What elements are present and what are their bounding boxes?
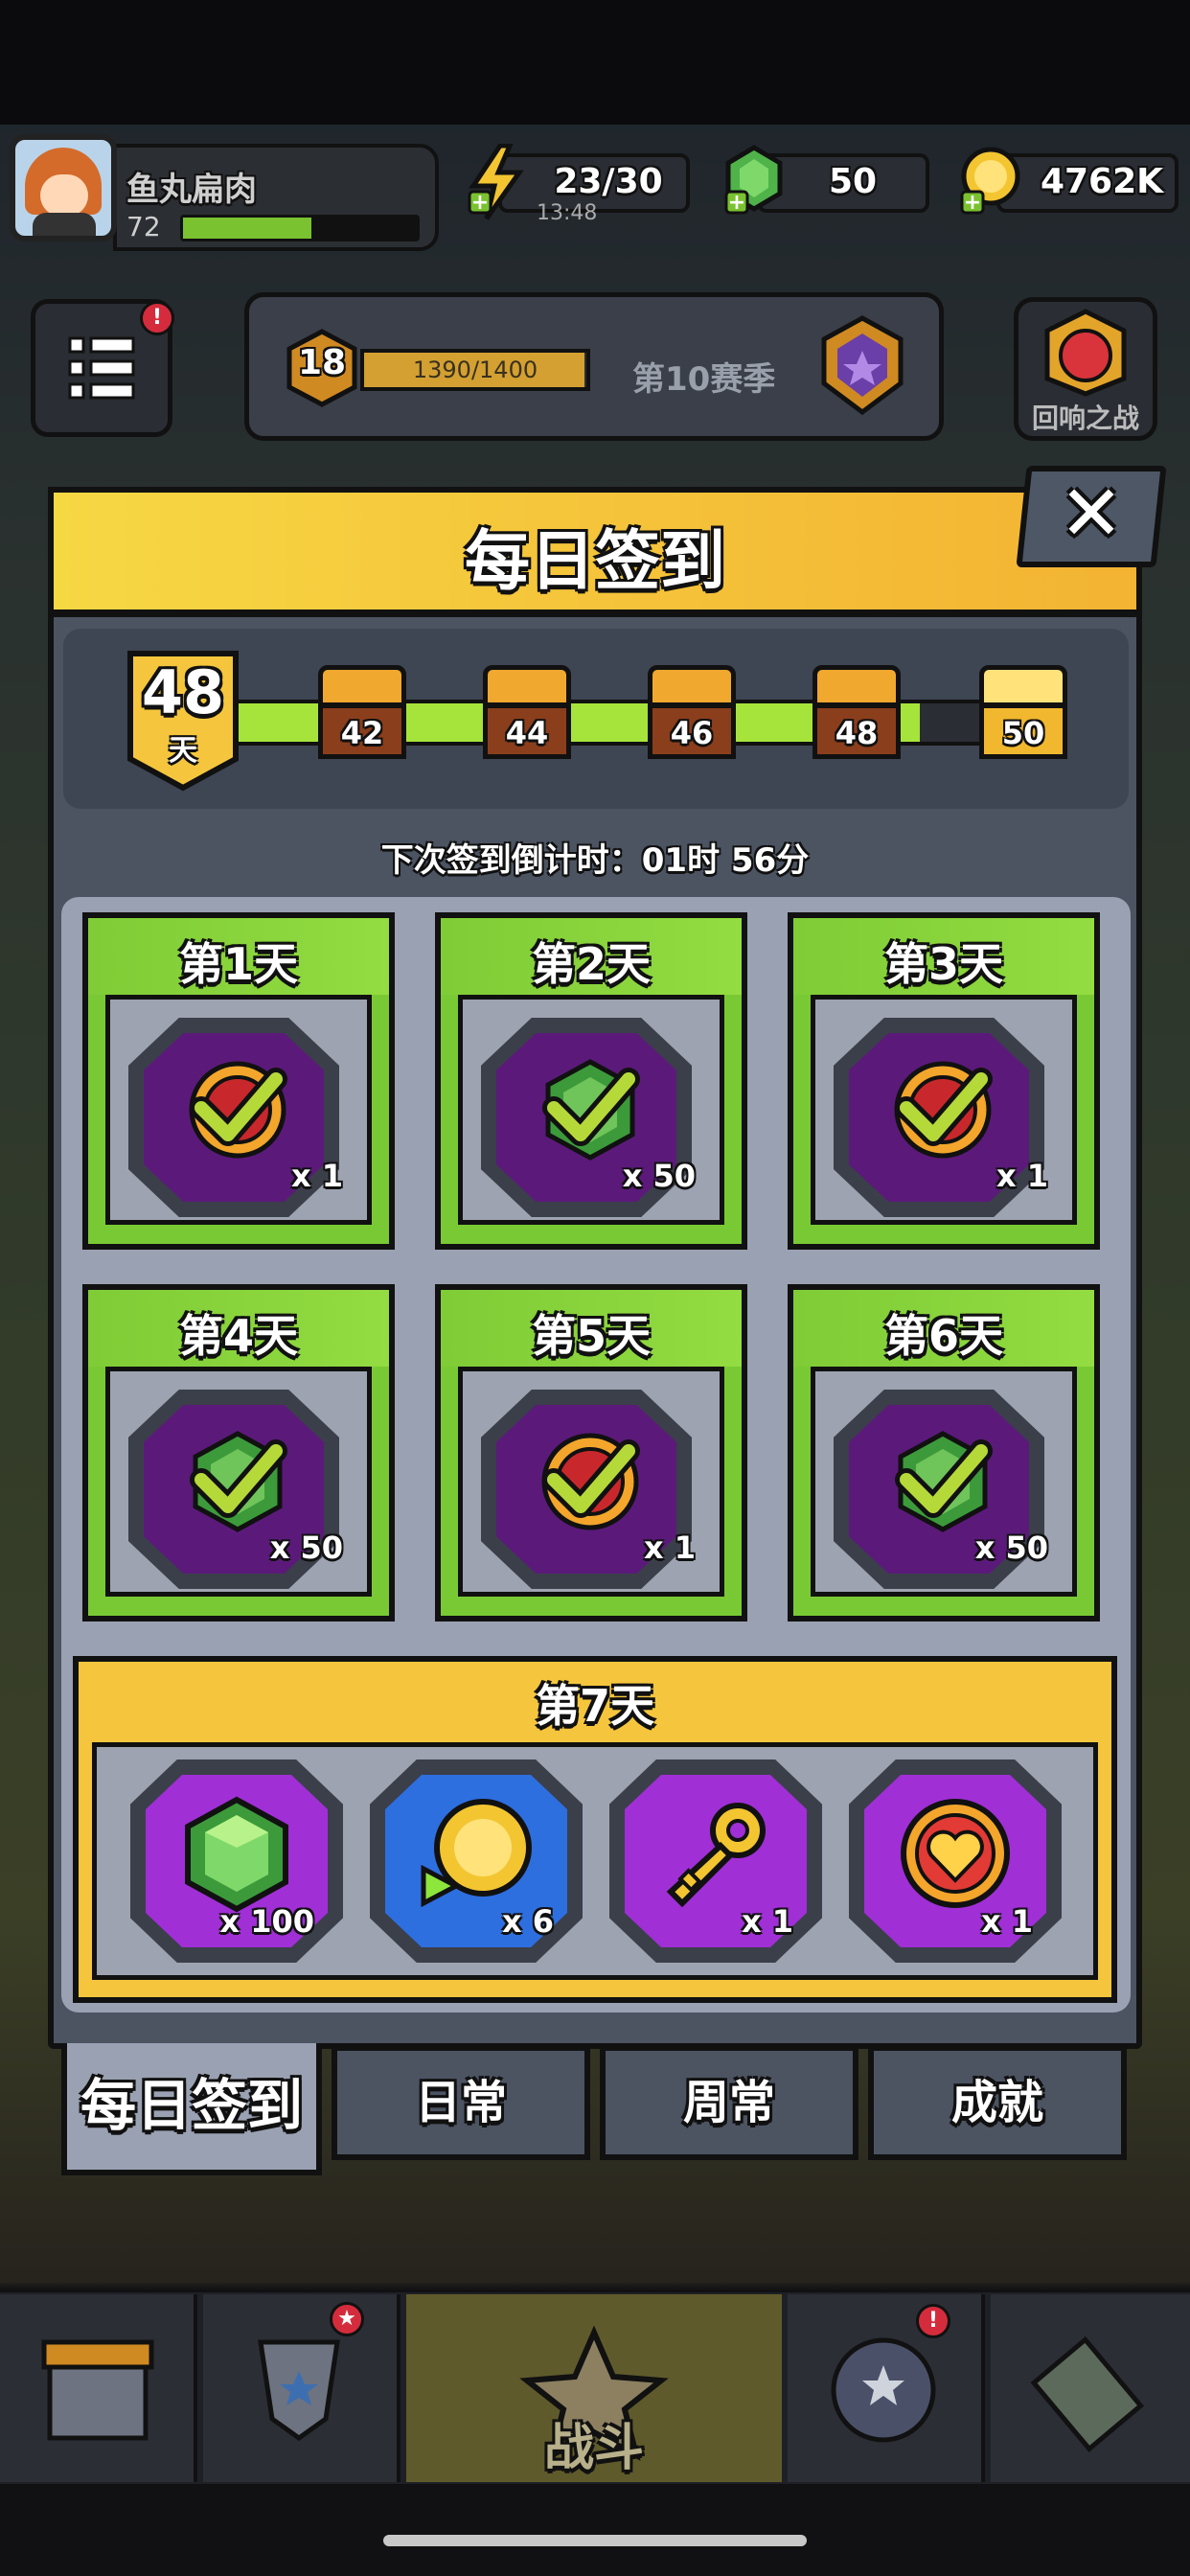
tab-weekly-tasks[interactable]: 周常 (600, 2045, 858, 2160)
streak-unit: 天 (169, 734, 197, 768)
coin-value: 4762K (1040, 162, 1164, 201)
nav-equipment[interactable] (203, 2294, 400, 2482)
day7-reward-fast-coin[interactable]: x 6 (370, 1760, 583, 1963)
reward-quantity: x 100 (219, 1903, 314, 1940)
player-name: 鱼丸扁肉 (126, 171, 257, 209)
day-card-5[interactable]: 第5天 x 1 (435, 1284, 747, 1622)
key-icon (666, 1803, 766, 1908)
streak-days: 48 (141, 657, 225, 727)
day-card-3[interactable]: 第3天 x 1 (788, 912, 1100, 1250)
claimed-check-icon (542, 1439, 640, 1518)
next-checkin-countdown: 下次签到倒计时：01时 56分 (380, 841, 810, 880)
close-icon[interactable]: ✕ (1021, 466, 1161, 567)
gem-icon (185, 1796, 288, 1913)
season-progress-text: 1390/1400 (412, 356, 538, 383)
modal-title: 每日签到 (464, 524, 725, 600)
reward-quantity: x 1 (290, 1158, 343, 1194)
tab-daily-tasks[interactable]: 日常 (332, 2045, 590, 2160)
milestone-chest-44[interactable]: 44 (479, 665, 575, 763)
xp-bar-fill (183, 218, 312, 239)
day7-reward-key[interactable]: x 1 (609, 1760, 822, 1963)
reward-quantity: x 1 (980, 1903, 1033, 1940)
day-card-title: 第6天 (883, 1310, 1003, 1362)
reward-quantity: x 1 (643, 1530, 696, 1566)
nav-talents[interactable] (991, 2294, 1190, 2482)
gem-icon: + (724, 145, 783, 215)
milestone-label: 48 (835, 715, 879, 751)
reward-quantity: x 50 (622, 1158, 696, 1194)
nav-shop[interactable] (0, 2294, 197, 2482)
milestone-label: 44 (505, 715, 549, 751)
coin-icon: + (960, 147, 1020, 215)
claimed-check-icon (190, 1068, 287, 1146)
day7-reward-gem[interactable]: x 100 (130, 1760, 343, 1963)
globe-icon (831, 2337, 936, 2443)
coin-counter[interactable]: 4762K (996, 153, 1179, 213)
season-label: 第10赛季 (632, 360, 776, 399)
fast-coin-icon (421, 1799, 532, 1908)
milestone-label: 50 (1001, 715, 1045, 751)
player-avatar[interactable] (10, 134, 117, 242)
claimed-check-icon (190, 1439, 287, 1518)
reward-quantity: x 6 (501, 1903, 554, 1940)
heroes-alert-badge: ! (916, 2304, 950, 2338)
reward-quantity: x 1 (741, 1903, 793, 1940)
echo-battle-label: 回响之战 (1031, 402, 1139, 434)
season-panel[interactable]: 18 1390/1400 第10赛季 (244, 292, 944, 441)
nav-heroes[interactable] (788, 2294, 985, 2482)
shop-icon (41, 2339, 154, 2441)
season-emblem-icon (821, 315, 904, 416)
milestone-chest-48[interactable]: 48 (809, 665, 904, 763)
day-card-6[interactable]: 第6天 x 50 (788, 1284, 1100, 1622)
demon-icon (1044, 309, 1127, 397)
home-indicator (383, 2535, 807, 2546)
milestone-chest-42[interactable]: 42 (314, 665, 410, 763)
season-rank: 18 (297, 343, 347, 382)
tab-daily-checkin[interactable]: 每日签到 (61, 2043, 322, 2175)
menu-alert-badge: ! (140, 301, 174, 335)
day-card-1[interactable]: 第1天 x 1 (82, 912, 395, 1250)
echo-battle-button[interactable]: 回响之战 (1014, 297, 1157, 441)
svg-text:+: + (471, 191, 489, 215)
scroll-icon (1030, 2335, 1145, 2452)
milestone-chest-46[interactable]: 46 (644, 665, 740, 763)
player-level: 72 (126, 211, 161, 242)
day7-title: 第7天 (535, 1680, 654, 1732)
equipment-alert-badge: ★ (330, 2302, 364, 2336)
heart-coin-icon (901, 1799, 1010, 1908)
day-card-title: 第3天 (883, 938, 1003, 990)
day-card-title: 第1天 (178, 938, 298, 990)
energy-value: 23/30 (554, 162, 663, 201)
reward-quantity: x 50 (974, 1530, 1048, 1566)
day-card-2[interactable]: 第2天 x 50 (435, 912, 747, 1250)
claimed-check-icon (895, 1439, 993, 1518)
reward-quantity: x 50 (269, 1530, 343, 1566)
day-card-title: 第4天 (178, 1310, 298, 1362)
svg-text:+: + (728, 191, 745, 215)
xp-bar (180, 215, 420, 242)
energy-timer: 13:48 (537, 201, 598, 225)
svg-text:+: + (964, 191, 981, 215)
claimed-check-icon (542, 1068, 640, 1146)
reward-quantity: x 1 (995, 1158, 1048, 1194)
day7-reward-heart-coin[interactable]: x 1 (849, 1760, 1062, 1963)
milestone-label: 46 (670, 715, 714, 751)
day-card-title: 第2天 (531, 938, 651, 990)
day-card-4[interactable]: 第4天 x 50 (82, 1284, 395, 1622)
milestone-chest-50[interactable]: 50 (975, 665, 1071, 763)
battle-label: 战斗 (543, 2420, 644, 2477)
energy-icon: + (468, 144, 524, 220)
medal-icon (258, 2339, 340, 2442)
claimed-check-icon (895, 1068, 993, 1146)
day-card-title: 第5天 (531, 1310, 651, 1362)
milestone-label: 42 (340, 715, 384, 751)
tab-achievements[interactable]: 成就 (868, 2045, 1127, 2160)
